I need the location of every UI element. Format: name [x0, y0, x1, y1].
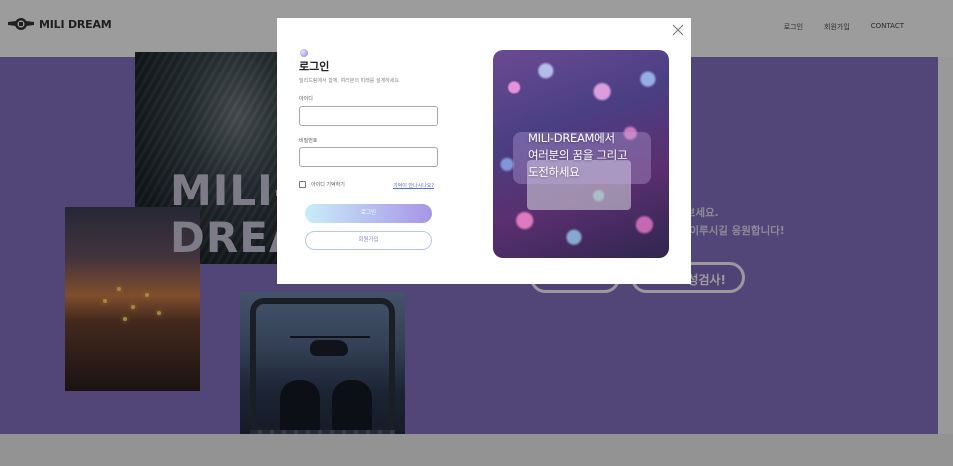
signup-button[interactable]: 회원가입 — [305, 231, 432, 250]
close-icon[interactable] — [672, 24, 684, 36]
promo-text: MILI-DREAM에서 여러분의 꿈을 그리고 도전하세요 — [528, 131, 628, 179]
login-subtitle: 밀리드림에서 함께, 여러분의 미래를 설계하세요 — [299, 78, 399, 84]
login-modal: 로그인 밀리드림에서 함께, 여러분의 미래를 설계하세요 아이디 비밀번호 아… — [277, 18, 691, 284]
promo-image: MILI-DREAM에서 여러분의 꿈을 그리고 도전하세요 — [493, 50, 669, 258]
password-input[interactable] — [299, 147, 438, 167]
remember-id-label: 아이디 기억하기 — [311, 182, 345, 188]
login-form: 로그인 밀리드림에서 함께, 여러분의 미래를 설계하세요 아이디 비밀번호 아… — [299, 49, 449, 250]
remember-id[interactable]: 아이디 기억하기 — [299, 181, 345, 188]
login-badge-icon — [300, 49, 308, 57]
login-button[interactable]: 로그인 — [305, 204, 432, 223]
id-label: 아이디 — [299, 96, 313, 102]
password-label: 비밀번호 — [299, 138, 318, 144]
remember-id-checkbox[interactable] — [299, 181, 306, 188]
id-input[interactable] — [299, 106, 438, 126]
forgot-account-link[interactable]: 기억이 안나시나요? — [393, 182, 434, 189]
login-title: 로그인 — [299, 60, 330, 73]
